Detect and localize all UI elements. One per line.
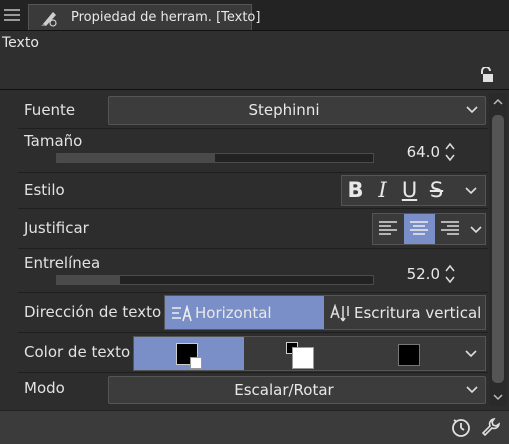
horizontal-text-label: Horizontal [195, 304, 272, 322]
font-label: Fuente [24, 101, 76, 119]
chevron-down-icon [470, 226, 482, 234]
user-color-button[interactable] [362, 337, 457, 370]
horizontal-text-button[interactable]: Horizontal [165, 296, 324, 329]
align-right-button[interactable] [435, 214, 466, 244]
mode-label: Modo [24, 379, 65, 397]
property-list: Fuente Stephinni Tamaño 64.0 Estilo B I … [18, 93, 488, 406]
align-left-button[interactable] [373, 214, 404, 244]
chevron-down-icon [466, 386, 478, 394]
panel-footer [0, 410, 509, 444]
font-dropdown[interactable]: Stephinni [108, 96, 486, 125]
underline-button[interactable]: U [396, 176, 423, 205]
main-color-button[interactable] [134, 337, 244, 370]
size-slider-fill [57, 154, 215, 162]
clock-icon[interactable] [450, 416, 472, 438]
menu-icon[interactable] [4, 6, 20, 24]
align-center-icon [410, 221, 428, 235]
style-label: Estilo [24, 181, 65, 199]
size-row: Tamaño 64.0 [18, 129, 488, 173]
sub-color-swatch [292, 347, 314, 369]
text-color-label: Color de texto [24, 343, 131, 361]
scrollbar-thumb[interactable] [492, 115, 504, 383]
text-color-button-group [133, 336, 486, 371]
size-slider[interactable] [56, 153, 374, 163]
line-spacing-slider-fill [57, 276, 121, 284]
mode-dropdown[interactable]: Escalar/Rotar [108, 376, 486, 404]
direction-label: Dirección de texto [24, 303, 162, 321]
style-more-button[interactable] [452, 176, 485, 205]
align-center-button[interactable] [404, 214, 435, 244]
strikethrough-button[interactable]: S [423, 176, 450, 205]
chevron-down-icon [466, 106, 478, 114]
line-spacing-value[interactable]: 52.0 [390, 265, 440, 283]
size-label: Tamaño [24, 132, 83, 150]
text-tool-icon [41, 12, 57, 27]
panel-header: Propiedad de herram. [Texto] [0, 0, 509, 31]
size-value[interactable]: 64.0 [390, 143, 440, 161]
scroll-up-icon[interactable] [491, 96, 505, 108]
vertical-text-label: Escritura vertical [354, 304, 482, 322]
user-color-swatch [398, 344, 420, 366]
font-value: Stephinni [248, 101, 320, 119]
tab-title: Propiedad de herram. [Texto] [71, 10, 261, 25]
chevron-down-icon [465, 187, 477, 195]
mode-value: Escalar/Rotar [234, 381, 334, 399]
lock-icon[interactable] [477, 67, 495, 83]
bold-button[interactable]: B [342, 176, 369, 205]
sub-color-button[interactable] [244, 337, 362, 370]
direction-button-group: Horizontal Escritura vertical [164, 295, 486, 330]
line-spacing-row: Entrelínea 52.0 [18, 249, 488, 293]
justify-button-group [372, 213, 486, 245]
text-color-row: Color de texto [18, 333, 488, 373]
tab-tool-property[interactable]: Propiedad de herram. [Texto] [28, 4, 260, 30]
justify-label: Justificar [24, 219, 89, 237]
italic-button[interactable]: I [369, 176, 396, 205]
style-row: Estilo B I U S [18, 173, 488, 209]
direction-row: Dirección de texto Horizontal Escritura … [18, 293, 488, 333]
font-row: Fuente Stephinni [18, 93, 488, 129]
horizontal-text-icon [172, 305, 192, 322]
tool-name-area: Texto [0, 31, 509, 90]
align-left-icon [379, 221, 397, 235]
style-button-group: B I U S [341, 175, 486, 206]
vertical-text-button[interactable]: Escritura vertical [324, 296, 485, 329]
line-spacing-slider[interactable] [56, 275, 374, 285]
text-color-more-button[interactable] [457, 337, 485, 370]
tool-name: Texto [2, 35, 39, 51]
wrench-icon[interactable] [480, 416, 502, 438]
spin-icon[interactable] [444, 141, 456, 163]
spin-icon[interactable] [444, 263, 456, 285]
line-spacing-label: Entrelínea [24, 254, 101, 272]
sub-color-swatch [190, 357, 202, 369]
mode-row: Modo Escalar/Rotar [18, 373, 488, 406]
scrollbar[interactable] [489, 93, 507, 406]
scroll-down-icon[interactable] [491, 391, 505, 403]
chevron-down-icon [465, 350, 477, 358]
justify-more-button[interactable] [466, 214, 486, 244]
justify-row: Justificar [18, 209, 488, 249]
align-right-icon [441, 221, 459, 235]
vertical-text-icon [330, 304, 349, 322]
